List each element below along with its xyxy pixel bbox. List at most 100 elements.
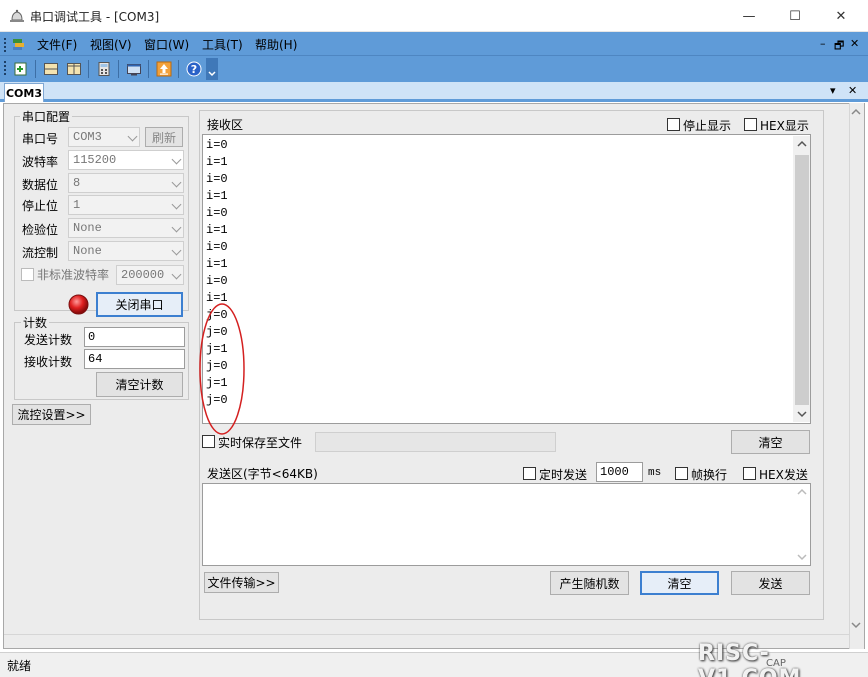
save-to-file-label: 实时保存至文件 [218,436,303,450]
hex-display-checkbox[interactable] [744,118,757,131]
send-scroll-down-icon[interactable] [796,552,808,562]
calculator-icon[interactable] [93,59,115,79]
mdi-restore-button[interactable]: 🗗 [834,37,844,56]
split-horizontal-icon[interactable] [40,59,62,79]
receive-line: i=0 [206,206,228,220]
receive-line: i=1 [206,257,228,271]
receive-line: i=1 [206,155,228,169]
app-bell-icon [10,9,24,22]
split-vertical-icon[interactable] [63,59,85,79]
receive-line: i=0 [206,138,228,152]
document-tab-strip [0,82,868,102]
receive-area-title: 接收区 [207,118,244,132]
maximize-button[interactable]: ☐ [772,0,818,32]
send-textarea[interactable] [202,483,811,566]
refresh-button[interactable]: 刷新 [145,127,183,147]
toolbar-separator [148,60,149,78]
parity-select[interactable]: None [68,218,184,238]
clear-receive-button[interactable]: 清空 [731,430,810,454]
databits-select[interactable]: 8 [68,173,184,193]
random-number-button[interactable]: 产生随机数 [550,571,629,595]
toolbar-grip-icon [3,59,7,77]
scroll-down-icon[interactable] [796,409,808,419]
interval-input[interactable]: 1000 [596,462,643,482]
frame-newline-checkbox[interactable] [675,467,688,480]
receive-textarea[interactable]: i=0 i=1 i=0 i=1 i=0 i=1 i=0 i=1 i=0 i=1 j=0 j=0 j=1 j… [202,134,811,424]
stopbits-label: 停止位 [22,199,59,213]
window-scroll-up-icon[interactable] [850,107,862,117]
flow-control-select[interactable]: None [68,241,184,261]
receive-scroll-thumb[interactable] [795,155,809,405]
window-title: 串口调试工具 - [COM3] [30,10,160,24]
baud-select[interactable]: 115200 [68,150,184,170]
tab-close-button[interactable]: ✕ [848,84,857,97]
watermark-logo: RISC-V1.COM [698,641,800,677]
hex-send-label: HEX发送 [759,468,808,482]
send-count-field: 0 [84,327,185,347]
status-text: 就绪 [7,659,32,673]
databits-label: 数据位 [22,178,59,192]
port-label: 串口号 [22,132,59,146]
hex-send-checkbox[interactable] [743,467,756,480]
hex-display-label: HEX显示 [760,119,809,133]
tab-list-button[interactable]: ▾ [830,84,836,97]
save-path-field[interactable] [315,432,556,452]
toolbar-separator [35,60,36,78]
clear-send-button[interactable]: 清空 [640,571,719,595]
stop-display-label: 停止显示 [683,119,732,133]
nonstd-baud-select[interactable]: 200000 [116,265,184,285]
toolbar-separator [118,60,119,78]
serial-config-title: 串口配置 [20,108,73,125]
stop-display-checkbox[interactable] [667,118,680,131]
baud-label: 波特率 [22,155,59,169]
window-scrollbar[interactable] [849,103,864,649]
port-status-led-icon [68,294,89,315]
close-port-button[interactable]: 关闭串口 [96,292,183,317]
send-count-label: 发送计数 [24,333,73,347]
frame-newline-label: 帧换行 [691,468,728,482]
upload-icon[interactable] [153,59,175,79]
help-icon[interactable]: ? [183,59,205,79]
app-menu-icon[interactable] [12,37,26,51]
window-icon[interactable] [123,59,145,79]
menu-window[interactable]: 窗口(W) [144,36,189,53]
minimize-button[interactable]: — [726,0,772,32]
interval-unit: ms [648,467,662,479]
timed-send-label: 定时发送 [539,468,588,482]
timed-send-checkbox[interactable] [523,467,536,480]
send-scroll-up-icon[interactable] [796,487,808,497]
file-transfer-button[interactable]: 文件传输>> [204,572,279,593]
clear-count-button[interactable]: 清空计数 [96,372,183,397]
toolbar-separator [88,60,89,78]
mdi-close-button[interactable]: ✕ [850,37,859,50]
stopbits-select[interactable]: 1 [68,195,184,215]
send-button[interactable]: 发送 [731,571,810,595]
close-button[interactable]: ✕ [818,0,864,32]
toolbar-separator [178,60,179,78]
menu-file[interactable]: 文件(F) [37,36,77,53]
mdi-minimize-button[interactable]: – [820,37,826,50]
scroll-up-icon[interactable] [796,139,808,149]
port-select[interactable]: COM3 [68,127,140,147]
receive-line: i=0 [206,274,228,288]
count-title: 计数 [21,314,50,331]
flow-control-label: 流控制 [22,246,59,260]
menu-help[interactable]: 帮助(H) [255,36,297,53]
menu-tools[interactable]: 工具(T) [202,36,243,53]
menu-view[interactable]: 视图(V) [90,36,132,53]
tab-com3[interactable]: COM3 [4,83,44,102]
recv-count-field: 64 [84,349,185,369]
toolbar-overflow-button[interactable] [206,58,218,80]
receive-line: i=1 [206,189,228,203]
recv-count-label: 接收计数 [24,355,73,369]
save-to-file-checkbox[interactable] [202,435,215,448]
flow-settings-button[interactable]: 流控设置>> [12,404,91,425]
menu-grip-icon [3,36,7,54]
new-icon[interactable] [10,59,32,79]
parity-label: 检验位 [22,223,59,237]
window-scroll-down-icon[interactable] [850,620,862,630]
receive-line: i=1 [206,223,228,237]
svg-text:?: ? [191,63,197,76]
nonstd-baud-label: 非标准波特率 [37,268,110,282]
nonstd-baud-checkbox[interactable] [21,268,34,281]
